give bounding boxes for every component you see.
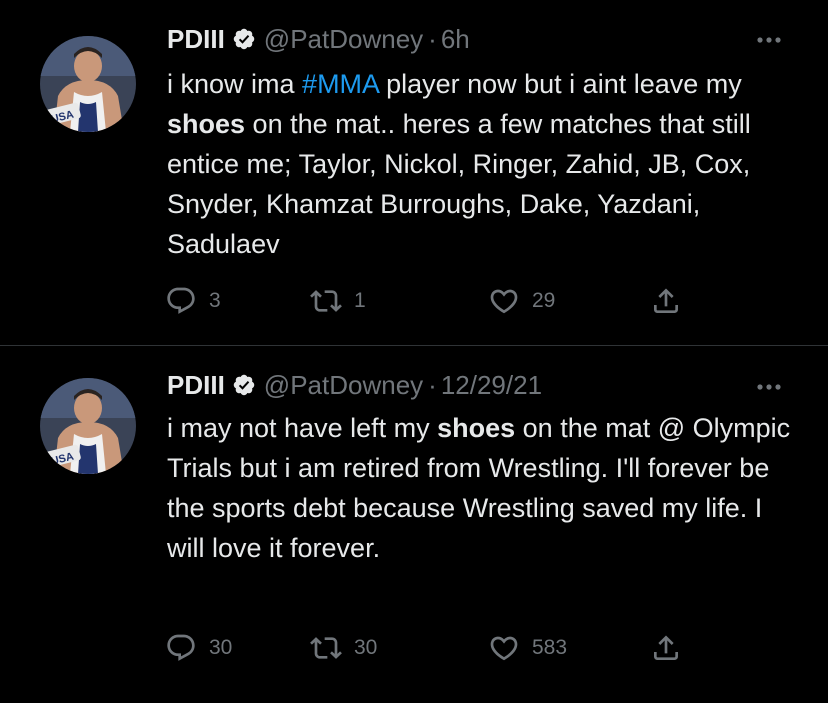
reply-icon: [165, 285, 197, 317]
tweet-header: PDIII @PatDowney · 6h: [167, 21, 470, 57]
share-button[interactable]: [650, 630, 682, 666]
reply-count: 3: [209, 289, 221, 312]
tweet-text-part: on the mat.. heres a few matches that st…: [167, 109, 751, 259]
reply-button[interactable]: 30: [165, 630, 232, 666]
tweet-text: i may not have left my shoes on the mat …: [167, 408, 807, 568]
avatar-image: USA: [40, 378, 136, 474]
tweet-header: PDIII @PatDowney · 12/29/21: [167, 367, 542, 403]
hashtag-link[interactable]: #MMA: [302, 69, 379, 99]
timestamp[interactable]: 12/29/21: [441, 370, 542, 401]
avatar[interactable]: USA: [40, 36, 136, 132]
like-count: 29: [532, 289, 556, 312]
tweet-divider: [0, 345, 828, 346]
more-options-icon[interactable]: [754, 30, 784, 50]
avatar-image: USA: [40, 36, 136, 132]
retweet-count: 30: [354, 636, 378, 659]
handle[interactable]: @PatDowney: [264, 370, 423, 401]
verified-badge-icon: [232, 27, 256, 51]
highlighted-term: shoes: [437, 413, 516, 443]
reply-button[interactable]: 3: [165, 283, 221, 319]
like-icon: [488, 632, 520, 664]
tweet-actions: 3 1 29: [165, 283, 705, 319]
separator-dot: ·: [428, 369, 437, 400]
tweet[interactable]: USA PDIII @PatDowney · 6h i know ima #MM…: [0, 0, 828, 345]
more-options-icon[interactable]: [754, 377, 784, 397]
tweet-text-part: i may not have left my: [167, 413, 438, 443]
share-icon: [650, 632, 682, 664]
like-count: 583: [532, 636, 568, 659]
avatar[interactable]: USA: [40, 378, 136, 474]
share-button[interactable]: [650, 283, 682, 319]
display-name[interactable]: PDIII: [167, 24, 225, 55]
retweet-icon: [310, 632, 342, 664]
like-button[interactable]: 583: [488, 630, 567, 666]
tweet-text-part: player now but i aint leave my: [378, 69, 742, 99]
reply-icon: [165, 632, 197, 664]
timestamp[interactable]: 6h: [441, 24, 470, 55]
handle[interactable]: @PatDowney: [264, 24, 423, 55]
retweet-icon: [310, 285, 342, 317]
tweet[interactable]: USA PDIII @PatDowney · 12/29/21 i may no…: [0, 347, 828, 703]
like-icon: [488, 285, 520, 317]
retweet-button[interactable]: 30: [310, 630, 377, 666]
reply-count: 30: [209, 636, 233, 659]
tweet-text: i know ima #MMA player now but i aint le…: [167, 64, 807, 264]
highlighted-term: shoes: [167, 109, 246, 139]
like-button[interactable]: 29: [488, 283, 555, 319]
separator-dot: ·: [428, 23, 437, 54]
display-name[interactable]: PDIII: [167, 370, 225, 401]
verified-badge-icon: [232, 373, 256, 397]
tweet-actions: 30 30 583: [165, 630, 705, 666]
retweet-button[interactable]: 1: [310, 283, 366, 319]
share-icon: [650, 285, 682, 317]
tweet-text-part: i know ima: [167, 69, 303, 99]
retweet-count: 1: [354, 289, 366, 312]
